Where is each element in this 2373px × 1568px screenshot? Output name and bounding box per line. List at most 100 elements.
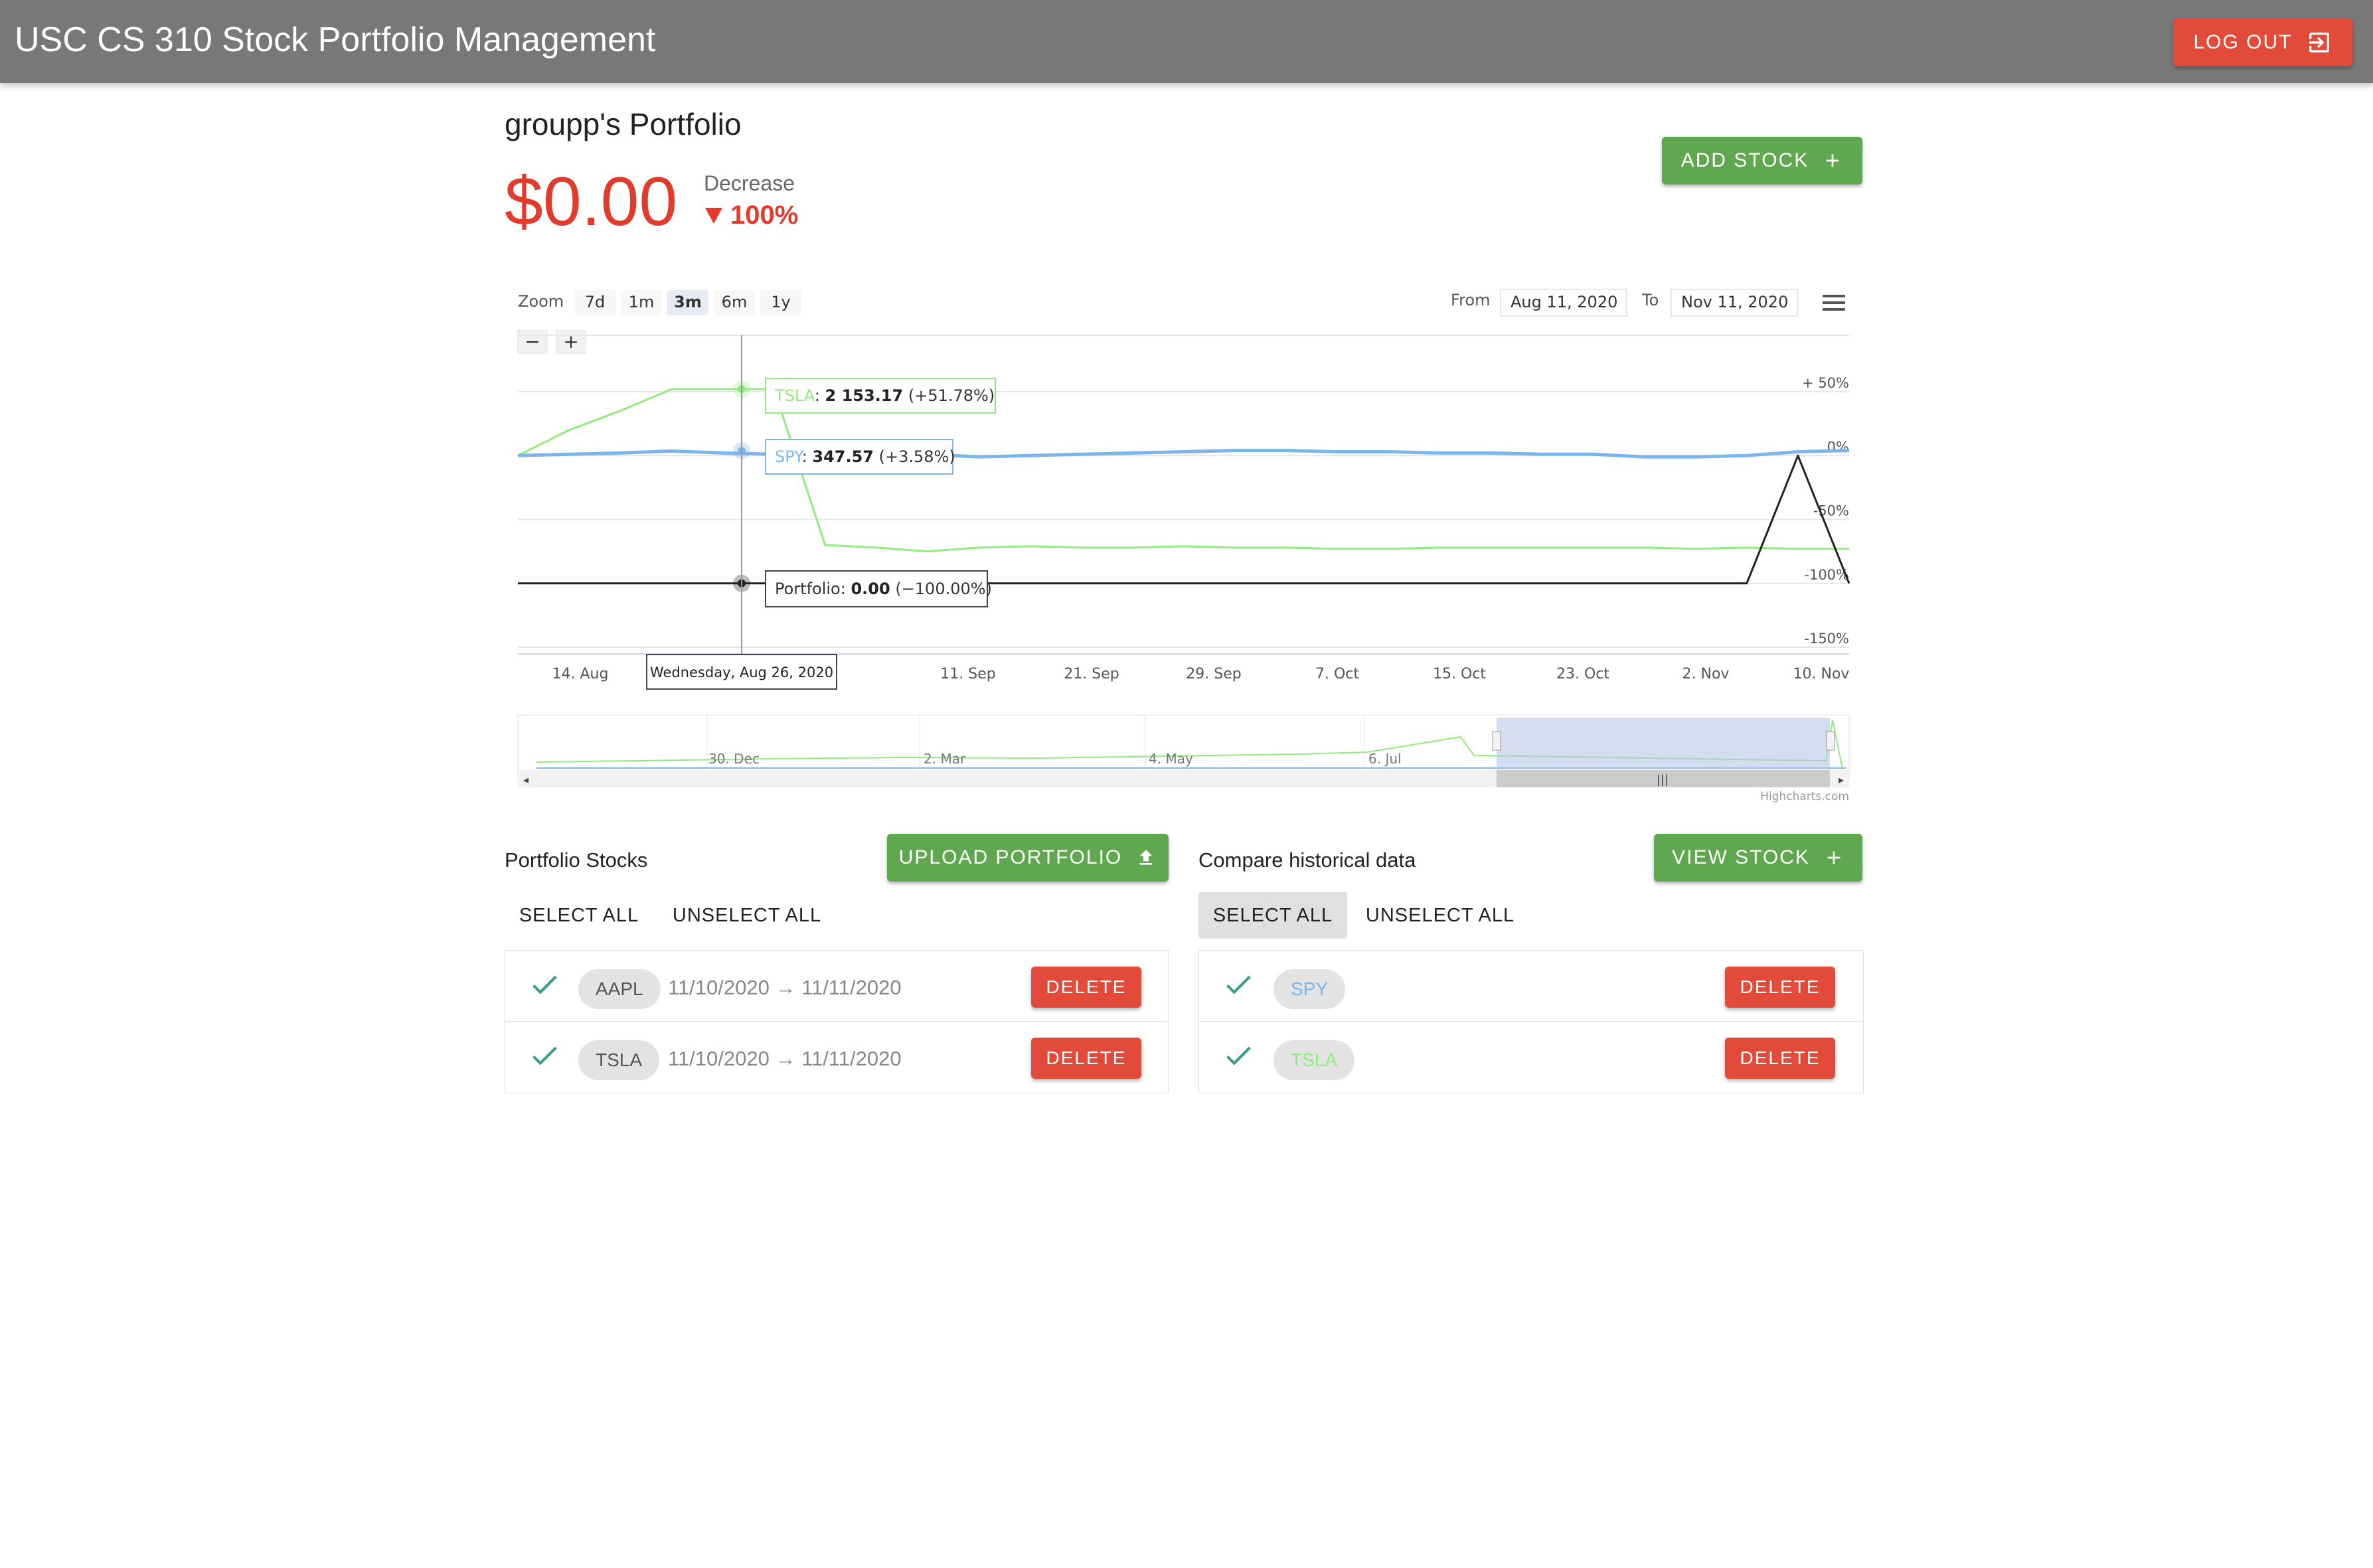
- compare-stock-row: SPY DELETE: [1199, 951, 1863, 1022]
- tooltip-tsla-series: TSLA: [774, 386, 815, 405]
- x-tick-label: 15. Oct: [1433, 666, 1486, 682]
- app-title: USC CS 310 Stock Portfolio Management: [15, 21, 656, 59]
- tooltip-portfolio: Portfolio: 0.00 (−100.00%): [765, 570, 992, 607]
- navigator-label-2: 2. Mar: [924, 751, 966, 767]
- x-tick-label: 21. Sep: [1064, 666, 1119, 682]
- hamburger-menu-icon[interactable]: [1823, 295, 1845, 311]
- zoom-in-label: +: [563, 331, 578, 353]
- portfolio-unselect-all-button[interactable]: UNSELECT ALL: [671, 892, 823, 939]
- zoom-label: Zoom: [518, 292, 564, 311]
- x-tick-label: 29. Sep: [1186, 666, 1241, 682]
- tooltip-portfolio-change: (−100.00%): [895, 580, 992, 598]
- portfolio-balance: $0.00: [505, 163, 678, 240]
- delete-stock-button[interactable]: DELETE: [1031, 967, 1141, 1008]
- tooltip-spy-change: (+3.58%): [879, 447, 955, 466]
- navigator-left-handle[interactable]: [1492, 731, 1501, 751]
- logout-button[interactable]: LOG OUT: [2173, 19, 2352, 66]
- holding-dates: 11/10/2020 → 11/11/2020: [668, 1047, 902, 1070]
- logout-label: LOG OUT: [2193, 31, 2293, 53]
- delete-compare-button[interactable]: DELETE: [1725, 967, 1835, 1008]
- zoom-7d-label: 7d: [585, 293, 606, 311]
- svg-text:TSLA: 2 153.17 (+51.78%): TSLA: 2 153.17 (+51.78%): [774, 386, 995, 405]
- portfolio-stocks-label: Portfolio Stocks: [505, 848, 648, 872]
- tooltip-spy-value: 347.57: [812, 447, 874, 466]
- portfolio-stock-row: TSLA 11/10/2020 → 11/11/2020 DELETE: [505, 1022, 1168, 1092]
- plus-icon: [1823, 847, 1844, 868]
- navigator-right-handle[interactable]: [1826, 731, 1835, 751]
- check-icon[interactable]: [1222, 1039, 1255, 1075]
- svg-text:◂: ◂: [523, 773, 529, 786]
- x-tick-label: 2. Nov: [1682, 666, 1730, 682]
- navigator-label-1: 30. Dec: [708, 751, 760, 767]
- x-tick-label: 10. Nov: [1793, 666, 1850, 682]
- zoom-out-label: −: [525, 331, 540, 353]
- zoom-1m-label: 1m: [629, 293, 655, 311]
- svg-text:Portfolio: 0.00 (−100.00%): Portfolio: 0.00 (−100.00%): [775, 580, 992, 598]
- ticker-chip[interactable]: AAPL: [578, 969, 661, 1009]
- series-tsla-line: [517, 388, 1849, 553]
- tooltip-tsla: TSLA: 2 153.17 (+51.78%): [765, 378, 996, 414]
- view-stock-label: VIEW STOCK: [1672, 846, 1810, 868]
- to-label: To: [1641, 291, 1659, 309]
- compare-label: Compare historical data: [1198, 848, 1416, 872]
- svg-text:|||: |||: [1657, 773, 1669, 787]
- portfolio-stock-row: AAPL 11/10/2020 → 11/11/2020 DELETE: [505, 951, 1168, 1022]
- tooltip-tsla-value: 2 153.17: [825, 386, 904, 405]
- compare-unselect-all-button[interactable]: UNSELECT ALL: [1364, 892, 1516, 939]
- zoom-3m-label: 3m: [674, 293, 702, 311]
- change-label: Decrease: [704, 171, 795, 195]
- app-bar: USC CS 310 Stock Portfolio Management LO…: [0, 0, 2373, 83]
- from-label: From: [1451, 291, 1490, 309]
- decrease-arrow-icon: [705, 207, 722, 224]
- add-stock-button[interactable]: ADD STOCK: [1662, 137, 1862, 185]
- ticker-chip[interactable]: TSLA: [578, 1040, 660, 1080]
- y-tick-label: -150%: [1804, 631, 1849, 647]
- check-icon[interactable]: [528, 968, 561, 1004]
- upload-icon: [1135, 847, 1157, 868]
- ticker-chip[interactable]: TSLA: [1273, 1040, 1355, 1080]
- navigator-label-4: 6. Jul: [1368, 751, 1402, 767]
- tooltip-portfolio-series: Portfolio: [775, 580, 841, 598]
- check-icon[interactable]: [528, 1039, 561, 1075]
- y-tick-label: + 50%: [1802, 375, 1849, 391]
- compare-stock-list: SPY DELETE TSLA DELETE: [1198, 950, 1864, 1093]
- holding-dates: 11/10/2020 → 11/11/2020: [668, 976, 902, 999]
- upload-portfolio-label: UPLOAD PORTFOLIO: [898, 846, 1123, 868]
- chart-svg: Zoom 7d 1m 3m 6m 1y From Aug 11, 2020 To Nov…: [517, 289, 1850, 803]
- view-stock-button[interactable]: VIEW STOCK: [1654, 834, 1862, 882]
- tooltip-spy-series: SPY: [775, 447, 804, 466]
- plus-icon: [1822, 150, 1843, 171]
- delete-stock-button[interactable]: DELETE: [1031, 1038, 1141, 1079]
- from-date-value: Aug 11, 2020: [1511, 293, 1617, 311]
- check-icon[interactable]: [1222, 968, 1255, 1004]
- delete-compare-button[interactable]: DELETE: [1725, 1038, 1835, 1079]
- tooltip-date: Wednesday, Aug 26, 2020: [646, 654, 837, 690]
- svg-text:▸: ▸: [1839, 773, 1844, 786]
- svg-text:SPY: 347.57 (+3.58%): SPY: 347.57 (+3.58%): [775, 447, 955, 466]
- compare-stock-row: TSLA DELETE: [1199, 1022, 1863, 1092]
- portfolio-title: groupp's Portfolio: [505, 107, 742, 141]
- tooltip-spy: SPY: 347.57 (+3.58%): [765, 439, 955, 475]
- portfolio-stock-list: AAPL 11/10/2020 → 11/11/2020 DELETE TSLA…: [505, 950, 1169, 1093]
- ticker-chip[interactable]: SPY: [1273, 969, 1346, 1009]
- tooltip-tsla-change: (+51.78%): [908, 386, 995, 405]
- highcharts-credits[interactable]: Highcharts.com: [1760, 790, 1849, 803]
- tooltip-portfolio-value: 0.00: [851, 580, 890, 598]
- x-tick-label: 23. Oct: [1556, 666, 1609, 682]
- portfolio-select-all-button[interactable]: SELECT ALL: [511, 892, 647, 939]
- tooltip-date-text: Wednesday, Aug 26, 2020: [650, 665, 833, 680]
- zoom-6m-label: 6m: [722, 293, 748, 311]
- compare-select-all-button[interactable]: SELECT ALL: [1198, 892, 1347, 939]
- x-tick-label: 14. Aug: [552, 666, 609, 682]
- logout-icon: [2306, 29, 2332, 56]
- add-stock-label: ADD STOCK: [1680, 149, 1809, 171]
- chart-navigator[interactable]: 30. Dec 2. Mar 4. May 6. Jul ||| ◂ ▸: [517, 714, 1850, 787]
- x-tick-label: 7. Oct: [1315, 666, 1359, 682]
- zoom-1y-label: 1y: [771, 293, 790, 311]
- navigator-selection[interactable]: [1497, 718, 1830, 769]
- change-percent-value: 100%: [730, 200, 799, 230]
- navigator-label-3: 4. May: [1149, 751, 1193, 767]
- stock-chart: Zoom 7d 1m 3m 6m 1y From Aug 11, 2020 To Nov…: [505, 279, 1866, 810]
- x-tick-label: 11. Sep: [940, 666, 995, 682]
- upload-portfolio-button[interactable]: UPLOAD PORTFOLIO: [887, 834, 1169, 882]
